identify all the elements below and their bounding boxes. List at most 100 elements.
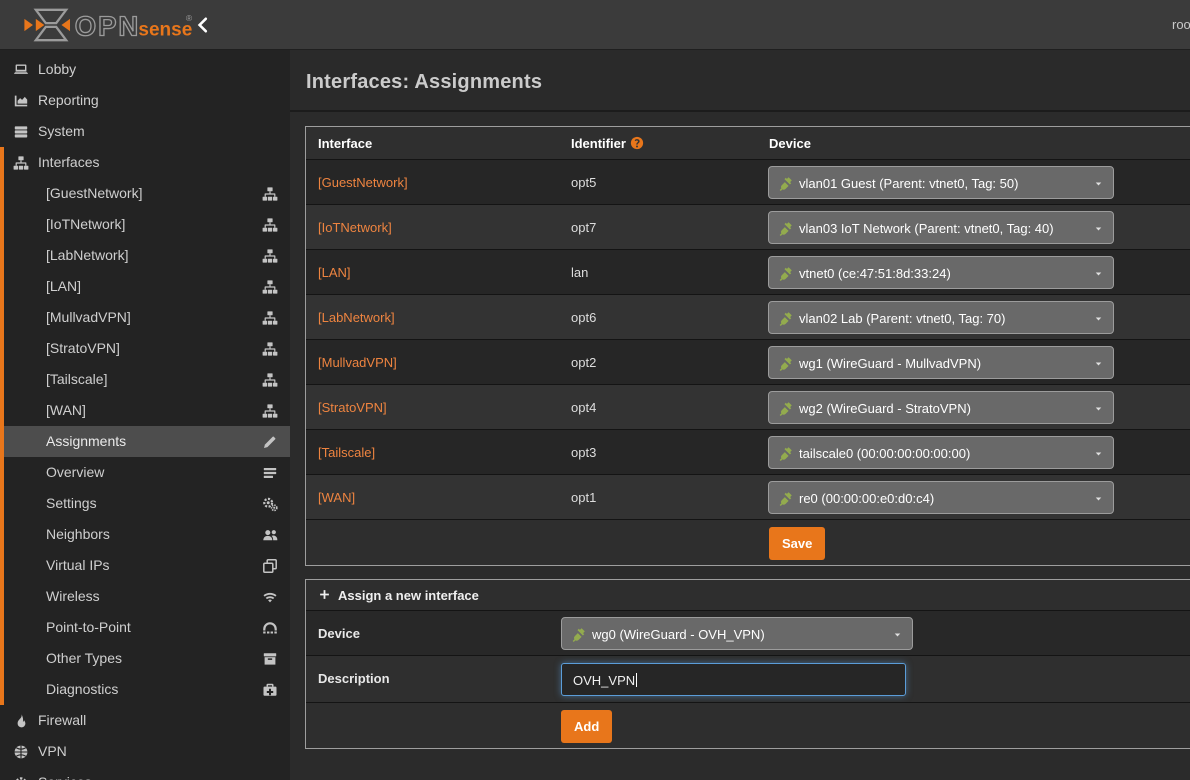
sidebar-item-vpn[interactable]: VPN [0,736,290,767]
sitemap-icon [262,403,278,419]
description-form-row: Description OVH_VPN [306,655,1190,702]
sidebar-item-label: Interfaces [38,147,99,178]
gears-icon [262,496,278,512]
interface-link[interactable]: [GuestNetwork] [318,175,408,190]
sidebar-item-label: Wireless [46,581,100,612]
sitemap-icon [262,217,278,233]
brand-opn: OPN [75,10,140,41]
save-button[interactable]: Save [769,527,825,560]
caret-down-icon [1093,225,1104,233]
new-device-select[interactable]: wg0 (WireGuard - OVH_VPN) [561,617,913,650]
brand-registered: ® [186,13,193,23]
sidebar-item-reporting[interactable]: Reporting [0,85,290,116]
sidebar-item-lobby[interactable]: Lobby [0,54,290,85]
description-label: Description [318,671,390,686]
sidebar-item-tailscale[interactable]: [Tailscale] [0,364,290,395]
sidebar-item-mullvadvpn[interactable]: [MullvadVPN] [0,302,290,333]
device-select[interactable]: wg2 (WireGuard - StratoVPN) [768,391,1114,424]
server-icon [13,124,29,140]
add-button[interactable]: Add [561,710,612,743]
sidebar-item-label: Neighbors [46,519,110,550]
device-select[interactable]: vlan03 IoT Network (Parent: vtnet0, Tag:… [768,211,1114,244]
sidebar-item-label: Lobby [38,54,76,85]
table-header-row: Interface Identifier Device [306,127,1190,159]
sidebar-item-virtual-ips[interactable]: Virtual IPs [0,550,290,581]
plug-icon [778,176,793,191]
table-row: [Tailscale] opt3 tailscale0 (00:00:00:00:0… [306,429,1190,474]
identifier-value: opt5 [571,175,596,190]
wifi-icon [262,589,278,605]
sidebar-item-settings[interactable]: Settings [0,488,290,519]
sidebar-item-assignments[interactable]: Assignments [0,426,290,457]
interface-link[interactable]: [StratoVPN] [318,400,387,415]
assign-new-title: Assign a new interface [338,588,479,603]
table-row: [LAN] lan vtnet0 (ce:47:51:8d:33:24) [306,249,1190,294]
interface-link[interactable]: [IoTNetwork] [318,220,392,235]
device-select[interactable]: re0 (00:00:00:e0:d0:c4) [768,481,1114,514]
device-select[interactable]: vlan01 Guest (Parent: vtnet0, Tag: 50) [768,166,1114,199]
sidebar-item-wireless[interactable]: Wireless [0,581,290,612]
plug-icon [571,627,586,642]
device-select[interactable]: vlan02 Lab (Parent: vtnet0, Tag: 70) [768,301,1114,334]
interface-link[interactable]: [MullvadVPN] [318,355,397,370]
sidebar-item-overview[interactable]: Overview [0,457,290,488]
column-header-identifier: Identifier [571,136,644,151]
sidebar-item-label: Firewall [38,705,86,736]
device-select-value: wg1 (WireGuard - MullvadVPN) [799,356,981,371]
sidebar-item-label: [GuestNetwork] [46,178,142,209]
laptop-icon [13,62,29,78]
identifier-help-icon[interactable] [630,136,644,150]
pencil-icon [262,434,278,450]
sidebar-item-point-to-point[interactable]: Point-to-Point [0,612,290,643]
identifier-value: lan [571,265,588,280]
device-select[interactable]: vtnet0 (ce:47:51:8d:33:24) [768,256,1114,289]
sidebar-item-firewall[interactable]: Firewall [0,705,290,736]
interface-link[interactable]: [Tailscale] [318,445,375,460]
device-form-row: Device wg0 (WireGuard - OVH_VPN) [306,610,1190,655]
sidebar-item-neighbors[interactable]: Neighbors [0,519,290,550]
sidebar-item-label: System [38,116,85,147]
sidebar-item-label: Overview [46,457,104,488]
sidebar-item-stratovpn[interactable]: [StratoVPN] [0,333,290,364]
sidebar-item-label: Settings [46,488,97,519]
identifier-value: opt3 [571,445,596,460]
device-select-value: tailscale0 (00:00:00:00:00:00) [799,446,970,461]
identifier-value: opt6 [571,310,596,325]
interface-link[interactable]: [LAN] [318,265,351,280]
plug-icon [778,266,793,281]
device-select[interactable]: wg1 (WireGuard - MullvadVPN) [768,346,1114,379]
clone-icon [262,558,278,574]
interface-link[interactable]: [WAN] [318,490,355,505]
archive-icon [262,651,278,667]
sidebar-item-services[interactable]: Services [0,767,290,780]
device-select-value: vtnet0 (ce:47:51:8d:33:24) [799,266,951,281]
sidebar-item-system[interactable]: System [0,116,290,147]
description-input[interactable]: OVH_VPN [561,663,906,696]
interface-link[interactable]: [LabNetwork] [318,310,395,325]
device-select[interactable]: tailscale0 (00:00:00:00:00:00) [768,436,1114,469]
new-device-select-value: wg0 (WireGuard - OVH_VPN) [592,627,765,642]
logged-in-user[interactable]: roo [1172,17,1190,32]
plus-icon [318,588,331,601]
device-label: Device [318,626,360,641]
device-select-value: vlan02 Lab (Parent: vtnet0, Tag: 70) [799,311,1005,326]
sidebar-collapse-icon[interactable] [195,13,211,37]
opnsense-logo: OPN sense ® [18,6,198,44]
sidebar-item-wan[interactable]: [WAN] [0,395,290,426]
sitemap-icon [262,372,278,388]
sidebar-item-diagnostics[interactable]: Diagnostics [0,674,290,705]
table-row: [WAN]opt1re0 (00:00:00:e0:d0:c4) [306,474,1190,519]
sitemap-icon [262,310,278,326]
sidebar-item-label: [IoTNetwork] [46,209,125,240]
plug-icon [778,356,793,371]
sidebar-item-interfaces[interactable]: Interfaces [0,147,290,178]
sidebar-item-iotnetwork[interactable]: [IoTNetwork] [0,209,290,240]
device-select-value: wg2 (WireGuard - StratoVPN) [799,401,971,416]
sidebar-item-labnetwork[interactable]: [LabNetwork] [0,240,290,271]
sidebar-item-other-types[interactable]: Other Types [0,643,290,674]
sidebar-item-guestnetwork[interactable]: [GuestNetwork] [0,178,290,209]
table-row: [MullvadVPN]opt2wg1 (WireGuard - Mullvad… [306,339,1190,384]
sidebar-item-lan[interactable]: [LAN] [0,271,290,302]
plug-icon [778,446,793,461]
sidebar-item-label: [StratoVPN] [46,333,120,364]
